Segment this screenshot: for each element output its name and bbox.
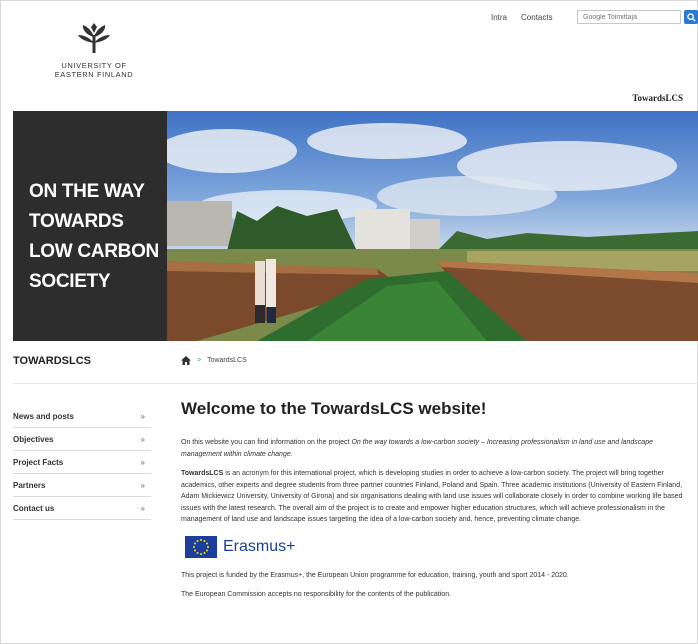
hero-title-panel: ON THE WAY TOWARDS LOW CARBON SOCIETY	[13, 111, 167, 341]
site-name[interactable]: TowardsLCS	[632, 93, 683, 103]
logo-emblem-icon	[78, 23, 110, 53]
sidebar-item-news-and-posts[interactable]: News and posts »	[13, 405, 151, 428]
description-text: is an acronym for this international pro…	[181, 470, 683, 523]
section-header-row: TOWARDSLCS > TowardsLCS	[1, 341, 698, 383]
sidebar-item-label: Project Facts	[13, 457, 64, 467]
header: UNIVERSITY OF EASTERN FINLAND Intra Cont…	[13, 1, 698, 111]
logo-line-2: EASTERN FINLAND	[54, 70, 134, 79]
breadcrumb-current[interactable]: TowardsLCS	[207, 357, 247, 364]
page-title: Welcome to the TowardsLCS website!	[181, 399, 487, 418]
logo-line-1: UNIVERSITY OF	[61, 61, 127, 70]
project-acronym: TowardsLCS	[181, 470, 224, 477]
sidebar-item-label: Contact us	[13, 503, 55, 513]
main-content: Welcome to the TowardsLCS website! On th…	[181, 399, 687, 608]
breadcrumb: > TowardsLCS	[181, 356, 247, 365]
intra-link[interactable]: Intra	[491, 13, 507, 22]
hero-title-line-4: SOCIETY	[29, 271, 111, 292]
contacts-link[interactable]: Contacts	[521, 13, 553, 22]
sidebar-item-project-facts[interactable]: Project Facts »	[13, 451, 151, 474]
sidebar-item-partners[interactable]: Partners »	[13, 474, 151, 497]
hero-title-line-2: TOWARDS	[29, 211, 124, 232]
hero-title: ON THE WAY TOWARDS LOW CARBON SOCIETY	[29, 177, 163, 297]
sidebar-item-label: Objectives	[13, 434, 54, 444]
logo-text: UNIVERSITY OF EASTERN FINLAND	[49, 61, 139, 79]
search-input[interactable]	[577, 10, 681, 24]
chevron-right-icon: »	[140, 434, 145, 444]
sidebar-item-label: Partners	[13, 480, 46, 490]
disclaimer-text: The European Commission accepts no respo…	[181, 590, 452, 598]
sidebar-item-label: News and posts	[13, 411, 74, 421]
sidebar-item-objectives[interactable]: Objectives »	[13, 428, 151, 451]
chevron-right-icon: »	[140, 480, 145, 490]
top-links: Intra Contacts	[491, 13, 553, 22]
sidebar-item-contact-us[interactable]: Contact us »	[13, 497, 151, 520]
home-icon[interactable]	[181, 356, 191, 365]
university-logo[interactable]: UNIVERSITY OF EASTERN FINLAND	[49, 23, 139, 79]
hero-banner: ON THE WAY TOWARDS LOW CARBON SOCIETY	[13, 111, 698, 341]
erasmus-logo: Erasmus+	[185, 535, 687, 558]
hero-photo	[167, 111, 698, 341]
hero-title-line-3: LOW CARBON	[29, 241, 159, 262]
hero-title-line-1: ON THE WAY	[29, 181, 145, 202]
intro-paragraph: On this website you can find information…	[181, 437, 687, 460]
funding-text: This project is funded by the Erasmus+, …	[181, 571, 569, 579]
eu-flag-icon	[185, 535, 217, 558]
intro-text: On this website you can find information…	[181, 439, 352, 446]
bridge-landscape-image	[167, 111, 698, 341]
chevron-right-icon: »	[140, 411, 145, 421]
sidebar-nav: News and posts » Objectives » Project Fa…	[13, 405, 151, 520]
erasmus-label: Erasmus+	[223, 537, 296, 555]
search-button[interactable]	[684, 10, 698, 24]
page: UNIVERSITY OF EASTERN FINLAND Intra Cont…	[0, 0, 698, 644]
section-label: TOWARDSLCS	[13, 355, 92, 367]
chevron-right-icon: »	[140, 457, 145, 467]
breadcrumb-separator-icon: >	[197, 357, 202, 364]
divider	[13, 383, 698, 384]
description-paragraph: TowardsLCS is an acronym for this intern…	[181, 468, 687, 526]
chevron-right-icon: »	[140, 503, 145, 513]
search-icon	[686, 12, 696, 22]
